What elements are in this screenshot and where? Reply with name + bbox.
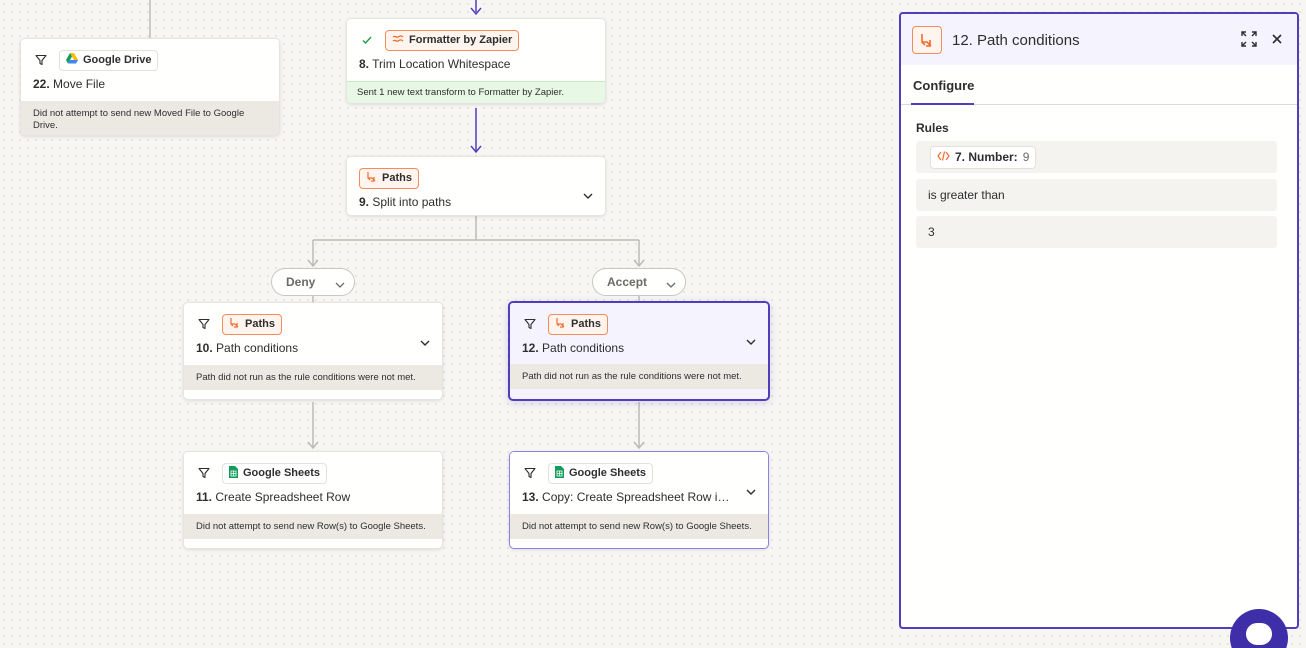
- step-title: 12. Path conditions: [522, 341, 756, 355]
- google-drive-icon: [66, 53, 78, 67]
- step-title: 10. Path conditions: [196, 341, 430, 355]
- chevron-down-icon: [666, 277, 676, 291]
- step-card-path-10[interactable]: Paths 10. Path conditions Path did not r…: [183, 302, 443, 400]
- chevron-down-icon[interactable]: [583, 186, 593, 204]
- step-status: Did not attempt to send new Moved File t…: [21, 101, 279, 135]
- check-icon: [359, 32, 375, 48]
- step-number: 12.: [522, 341, 539, 355]
- branch-label: Accept: [607, 275, 648, 289]
- rule-operator[interactable]: is greater than: [916, 179, 1277, 211]
- google-sheets-icon: [229, 465, 238, 481]
- step-config-panel: 12. Path conditions Configure Rules 7. N…: [899, 12, 1299, 629]
- step-status: Did not attempt to send new Row(s) to Go…: [510, 514, 768, 539]
- step-name: Copy: Create Spreadsheet Row in...: [542, 490, 735, 504]
- step-title: 22. Move File: [33, 77, 267, 91]
- step-title: 13. Copy: Create Spreadsheet Row in...: [522, 490, 756, 504]
- app-name: Paths: [382, 172, 412, 184]
- filter-icon: [33, 52, 49, 68]
- step-number: 10.: [196, 341, 213, 355]
- app-name: Paths: [245, 318, 275, 330]
- step-status: Path did not run as the rule conditions …: [510, 364, 768, 389]
- step-number: 22.: [33, 77, 50, 91]
- app-name: Paths: [571, 318, 601, 330]
- app-badge-google-sheets: Google Sheets: [548, 462, 654, 484]
- step-status: Path did not run as the rule conditions …: [184, 365, 442, 390]
- step-title: 9. Split into paths: [359, 195, 593, 209]
- app-badge-google-sheets: Google Sheets: [222, 462, 328, 484]
- app-badge-paths: Paths: [548, 313, 608, 335]
- step-title: 8. Trim Location Whitespace: [359, 57, 593, 71]
- step-name: Create Spreadsheet Row: [215, 490, 351, 504]
- panel-title: 12. Path conditions: [952, 32, 1080, 49]
- field-name: 7. Number:: [955, 150, 1018, 164]
- step-name: Path conditions: [216, 341, 299, 355]
- step-title: 11. Create Spreadsheet Row: [196, 490, 430, 504]
- step-card-split-paths[interactable]: Paths 9. Split into paths: [346, 156, 606, 216]
- step-number: 13.: [522, 490, 539, 504]
- field-token[interactable]: 7. Number: 9: [930, 145, 1037, 169]
- paths-icon: [229, 317, 240, 331]
- chevron-down-icon: [335, 277, 345, 291]
- step-card-sheets-13[interactable]: Google Sheets 13. Copy: Create Spreadshe…: [509, 451, 769, 549]
- rules-label: Rules: [916, 121, 949, 135]
- app-name: Google Sheets: [569, 467, 647, 479]
- chevron-down-icon[interactable]: [746, 482, 756, 500]
- step-number: 11.: [196, 490, 213, 504]
- step-status: Did not attempt to send new Row(s) to Go…: [184, 514, 442, 539]
- filter-icon: [196, 465, 212, 481]
- branch-pill-deny[interactable]: Deny: [271, 268, 355, 296]
- paths-icon: [912, 26, 942, 54]
- rule-value[interactable]: 3: [916, 216, 1277, 248]
- step-card-path-12[interactable]: Paths 12. Path conditions Path did not r…: [508, 301, 770, 401]
- paths-icon: [366, 171, 377, 185]
- step-card-sheets-11[interactable]: Google Sheets 11. Create Spreadsheet Row…: [183, 451, 443, 549]
- formatter-icon: [392, 34, 404, 47]
- branch-pill-accept[interactable]: Accept: [592, 268, 686, 296]
- step-name: Path conditions: [542, 341, 625, 355]
- filter-icon: [522, 465, 538, 481]
- app-name: Formatter by Zapier: [409, 34, 513, 46]
- code-icon: [937, 150, 950, 164]
- field-value: 9: [1022, 150, 1030, 164]
- panel-tabs: Configure: [901, 65, 1297, 105]
- app-name: Google Drive: [83, 54, 152, 66]
- step-name: Split into paths: [372, 195, 452, 209]
- app-name: Google Sheets: [243, 467, 321, 479]
- app-badge-paths: Paths: [359, 167, 419, 189]
- close-icon[interactable]: [1271, 32, 1283, 50]
- chat-icon: [1246, 623, 1272, 645]
- filter-icon: [196, 316, 212, 332]
- rule-field[interactable]: 7. Number: 9: [916, 141, 1277, 173]
- step-name: Move File: [53, 77, 106, 91]
- step-name: Trim Location Whitespace: [372, 57, 511, 71]
- step-number: 9.: [359, 195, 370, 209]
- filter-icon: [522, 316, 538, 332]
- panel-header: 12. Path conditions: [901, 14, 1297, 65]
- app-badge-paths: Paths: [222, 313, 282, 335]
- tab-configure[interactable]: Configure: [913, 78, 974, 93]
- chevron-down-icon[interactable]: [746, 332, 756, 350]
- step-card-trim-whitespace[interactable]: Formatter by Zapier 8. Trim Location Whi…: [346, 18, 606, 104]
- step-number: 8.: [359, 57, 370, 71]
- step-card-move-file[interactable]: Google Drive 22. Move File Did not attem…: [20, 38, 280, 136]
- chevron-down-icon[interactable]: [420, 333, 430, 351]
- expand-icon[interactable]: [1241, 31, 1257, 52]
- google-sheets-icon: [555, 465, 564, 481]
- branch-label: Deny: [286, 275, 316, 289]
- step-status: Sent 1 new text transform to Formatter b…: [347, 81, 605, 103]
- active-tab-indicator: [911, 103, 974, 105]
- app-badge-formatter: Formatter by Zapier: [385, 29, 520, 51]
- paths-icon: [555, 317, 566, 331]
- app-badge-google-drive: Google Drive: [59, 49, 159, 71]
